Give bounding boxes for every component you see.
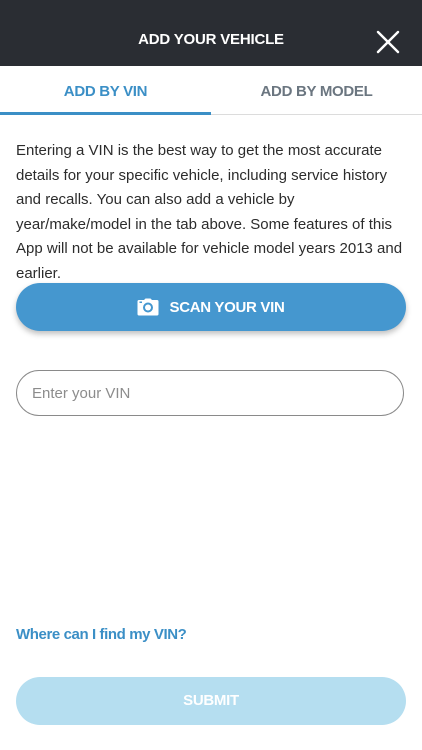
header-bar: ADD YOUR VEHICLE [0, 0, 422, 66]
add-vehicle-screen: ADD YOUR VEHICLE ADD BY VIN ADD BY MODEL… [0, 0, 422, 750]
tab-bar: ADD BY VIN ADD BY MODEL [0, 66, 422, 115]
tab-add-by-model[interactable]: ADD BY MODEL [211, 66, 422, 114]
close-button[interactable] [370, 24, 406, 60]
page-title: ADD YOUR VEHICLE [138, 31, 284, 48]
close-icon [376, 30, 400, 54]
vin-input[interactable] [16, 370, 404, 416]
scan-button-content: SCAN YOUR VIN [16, 283, 406, 331]
tab-label: ADD BY VIN [63, 83, 148, 100]
find-vin-help-link[interactable]: Where can I find my VIN? [16, 626, 187, 643]
vin-description: Entering a VIN is the best way to get th… [16, 142, 403, 282]
tab-label: ADD BY MODEL [260, 83, 373, 100]
tab-add-by-vin[interactable]: ADD BY VIN [0, 66, 211, 115]
submit-button[interactable]: SUBMIT [16, 677, 406, 725]
scan-vin-button[interactable]: SCAN YOUR VIN [16, 283, 406, 331]
active-tab-indicator [0, 112, 211, 115]
camera-icon [137, 298, 159, 316]
scan-button-label: SCAN YOUR VIN [169, 298, 285, 316]
